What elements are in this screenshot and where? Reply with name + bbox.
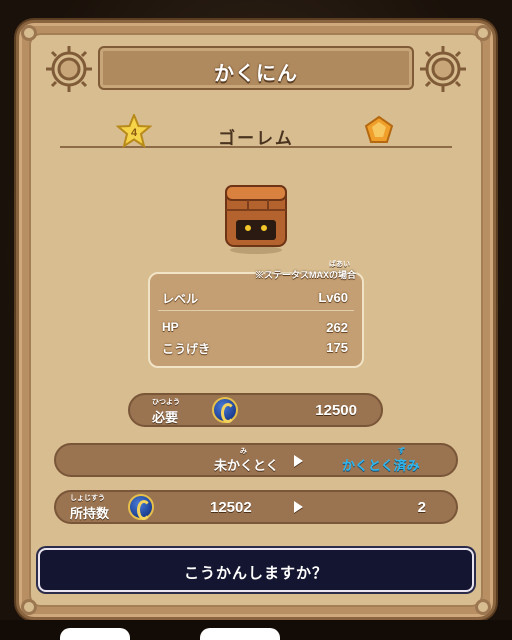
title-banner: かくにん <box>40 38 472 100</box>
stat-label: こうげき <box>162 342 211 356</box>
arrow-right-icon <box>294 455 303 467</box>
dialog-title: かくにん <box>214 63 298 85</box>
bottom-tab[interactable] <box>60 628 130 640</box>
cost-pill: ひつよう 必要 12500 <box>128 393 383 427</box>
cost-value: 12500 <box>315 402 357 419</box>
owned-pill: しょじすう 所持数 12502 2 <box>54 490 458 524</box>
corner-ornament <box>21 25 37 41</box>
stats-panel: ばあい ※ステータスMAXの場合 レベル Lv60 HP 262 こうげき 17… <box>148 261 364 368</box>
stat-row-attack: こうげき 175 <box>162 340 348 358</box>
medal-coin-icon <box>128 494 154 520</box>
stat-label: レベル <box>162 292 199 306</box>
stat-value: Lv60 <box>318 290 348 305</box>
confirm-text: こうかんしますか？ <box>183 565 328 582</box>
stat-value: 262 <box>326 320 348 335</box>
stat-label: HP <box>162 320 179 334</box>
corner-ornament <box>21 599 37 615</box>
bottom-tab[interactable] <box>200 628 280 640</box>
stats-note-text: ※ステータスMAXの場合 <box>254 270 356 280</box>
corner-ornament <box>475 599 491 615</box>
status-to: かくとく済み <box>342 458 420 473</box>
owned-after: 2 <box>417 499 426 516</box>
confirm-exchange-button[interactable]: こうかんしますか？ <box>38 548 474 592</box>
stat-value: 175 <box>326 340 348 355</box>
cost-ruby: ひつよう <box>152 399 180 406</box>
orange-gem-icon <box>364 115 394 143</box>
status-from: 未かくとく <box>214 458 279 473</box>
medal-coin-icon <box>212 397 238 423</box>
cost-label: 必要 <box>152 410 179 425</box>
arrow-right-icon <box>294 501 303 513</box>
stats-note: ばあい ※ステータスMAXの場合 <box>254 261 356 281</box>
sun-ornament-icon <box>420 46 466 92</box>
stat-row-hp: HP 262 <box>162 320 348 338</box>
owned-ruby: しょじすう <box>70 495 105 502</box>
stats-divider <box>158 310 354 311</box>
note-ruby: ばあい <box>329 261 350 268</box>
owned-before: 12502 <box>210 499 252 516</box>
monster-name-row: 4 ゴーレム <box>50 112 462 158</box>
status-change-pill: み 未かくとく ず かくとく済み <box>54 443 458 477</box>
corner-ornament <box>475 25 491 41</box>
monster-name: ゴーレム <box>218 129 294 148</box>
owned-label: 所持数 <box>70 506 110 521</box>
title-bar: かくにん <box>98 46 414 90</box>
stat-row-level: レベル Lv60 <box>162 290 348 308</box>
golem-sprite <box>225 185 287 254</box>
sun-ornament-icon <box>46 46 92 92</box>
